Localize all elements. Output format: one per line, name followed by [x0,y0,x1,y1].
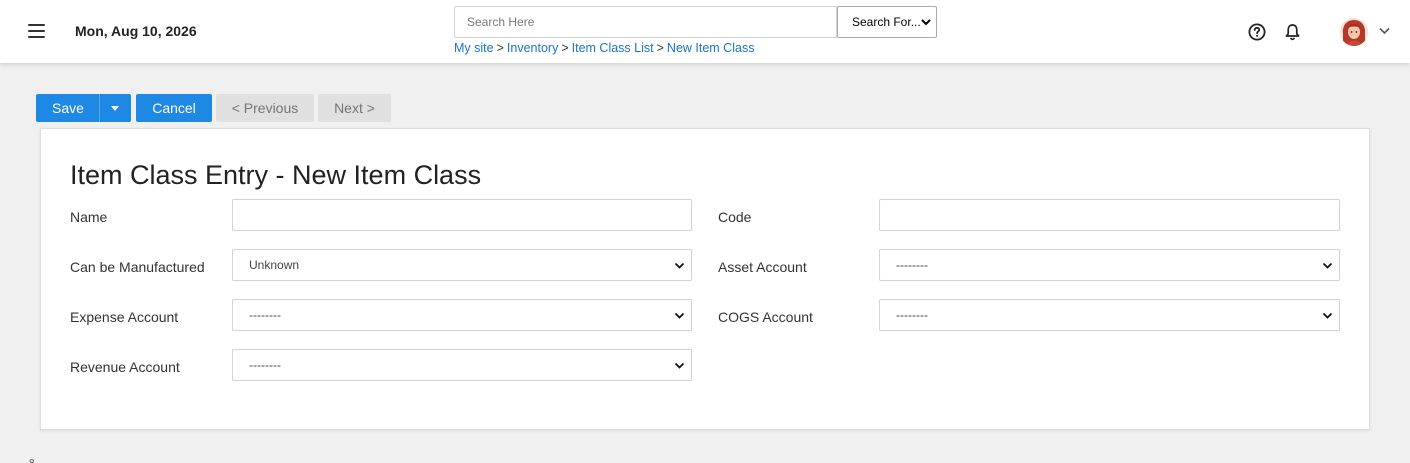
chevron-down-icon [674,312,685,319]
footer-mark: 8 [29,458,35,463]
cogs-account-value: -------- [896,308,928,322]
help-circle-icon[interactable] [1248,23,1266,41]
code-field[interactable] [879,199,1340,231]
search-for-select[interactable]: Search For... [837,6,937,38]
breadcrumb-my-site[interactable]: My site [454,41,494,55]
asset-account-value: -------- [896,258,928,272]
save-split-button: Save [36,94,131,122]
can-be-manufactured-value: Unknown [249,258,300,272]
cancel-button[interactable]: Cancel [136,94,212,122]
breadcrumb-new-item-class[interactable]: New Item Class [667,41,755,55]
breadcrumb-inventory[interactable]: Inventory [507,41,558,55]
bell-icon[interactable] [1284,23,1301,41]
search-input[interactable] [454,6,837,38]
revenue-account-value: -------- [249,358,281,372]
chevron-down-icon [674,362,685,369]
can-be-manufactured-label: Can be Manufactured [70,259,205,275]
revenue-account-select[interactable]: -------- [232,349,692,381]
save-button[interactable]: Save [52,100,84,116]
page-title: Item Class Entry - New Item Class [70,160,482,190]
expense-account-label: Expense Account [70,309,179,325]
expense-account-select[interactable]: -------- [232,299,692,331]
avatar-image [1340,18,1368,46]
breadcrumb-item-class-list[interactable]: Item Class List [572,41,654,55]
asset-account-select[interactable]: -------- [879,249,1340,281]
chevron-down-icon [674,262,685,269]
previous-button[interactable]: < Previous [216,94,314,122]
cogs-account-label: COGS Account [718,309,813,325]
name-field[interactable] [232,199,692,231]
chevron-down-icon [921,19,931,26]
search-for-label: Search For... [852,15,921,29]
breadcrumb-separator: > [656,41,664,55]
name-label: Name [70,209,108,225]
chevron-down-icon [1322,312,1333,319]
current-date: Mon, Aug 10, 2026 [75,23,197,39]
top-navbar: Mon, Aug 10, 2026 Search For... My site>… [0,0,1410,63]
hamburger-menu-icon[interactable] [28,24,45,38]
revenue-account-label: Revenue Account [70,359,180,375]
expense-account-value: -------- [249,308,281,322]
asset-account-label: Asset Account [718,259,807,275]
item-class-form-card: Item Class Entry - New Item Class Name C… [40,128,1370,430]
can-be-manufactured-select[interactable]: Unknown [232,249,692,281]
chevron-down-icon[interactable] [1378,26,1391,36]
chevron-down-icon [1322,262,1333,269]
next-button[interactable]: Next > [318,94,391,122]
breadcrumb-separator: > [561,41,569,55]
avatar[interactable] [1340,18,1368,46]
breadcrumb: My site > Inventory > Item Class List > New It… [454,41,754,55]
code-label: Code [718,209,752,225]
breadcrumb-separator: > [496,41,504,55]
save-dropdown-toggle[interactable] [99,94,131,122]
cogs-account-select[interactable]: -------- [879,299,1340,331]
